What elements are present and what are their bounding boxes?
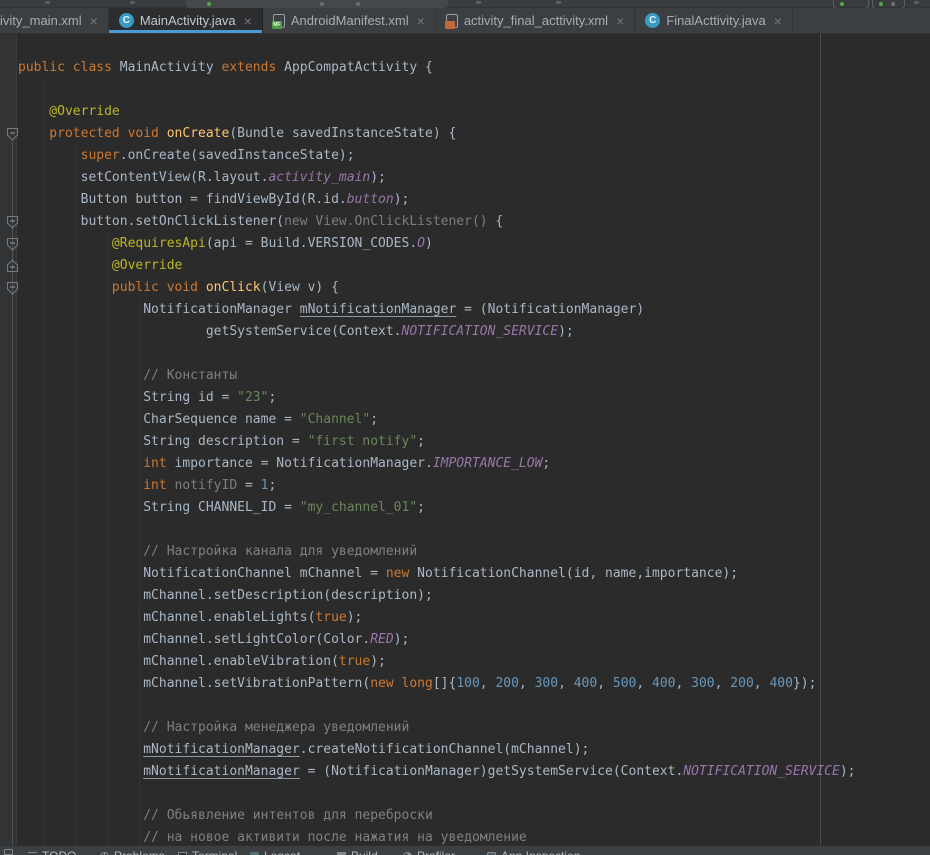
toolbar-icon[interactable] bbox=[914, 1, 919, 4]
problems-icon: ! bbox=[100, 852, 109, 855]
manifest-file-icon: MF bbox=[273, 14, 285, 28]
profiler-icon bbox=[403, 852, 412, 855]
tab-label: FinalActtivity.java bbox=[666, 13, 765, 28]
run-configuration-combo[interactable] bbox=[186, 0, 448, 8]
code-line: String description = "first notify"; bbox=[18, 431, 856, 453]
tool-window-label: Problems bbox=[114, 849, 165, 855]
tab-label: activity_final_acttivity.xml bbox=[464, 13, 608, 28]
tool-window-label: Logcat bbox=[264, 849, 300, 855]
code-line bbox=[18, 519, 856, 541]
tab-androidmanifest-xml[interactable]: MF AndroidManifest.xml × bbox=[263, 8, 436, 33]
java-class-icon: C bbox=[119, 13, 134, 28]
code-line: // Настройка менеджера уведомлений bbox=[18, 717, 856, 739]
toolbar-icon[interactable] bbox=[45, 1, 50, 4]
code-line: CharSequence name = "Channel"; bbox=[18, 409, 856, 431]
code-text: public class MainActivity extends AppCom… bbox=[18, 57, 856, 845]
code-line: public void onClick(View v) { bbox=[18, 277, 856, 299]
editor-tab-bar: ivity_main.xml × C MainActivity.java × MF Andr… bbox=[0, 8, 930, 34]
code-line: int notifyID = 1; bbox=[18, 475, 856, 497]
code-line: String id = "23"; bbox=[18, 387, 856, 409]
close-icon[interactable]: × bbox=[244, 14, 252, 28]
code-editor[interactable]: public class MainActivity extends AppCom… bbox=[0, 34, 930, 845]
terminal-icon bbox=[178, 852, 187, 855]
tool-window-label: TODO bbox=[42, 849, 76, 855]
code-line: // Константы bbox=[18, 365, 856, 387]
tool-window-stripe-button[interactable] bbox=[4, 849, 13, 855]
code-line: mChannel.enableLights(true); bbox=[18, 607, 856, 629]
tool-window-button-logcat[interactable]: Logcat bbox=[250, 849, 300, 855]
toolbar-icon[interactable] bbox=[476, 1, 481, 4]
close-icon[interactable]: × bbox=[417, 14, 425, 28]
code-line bbox=[18, 783, 856, 805]
tab-mainactivity-java[interactable]: C MainActivity.java × bbox=[109, 8, 263, 33]
tool-window-label: Build bbox=[351, 849, 378, 855]
toolbar-icon[interactable] bbox=[130, 1, 135, 4]
tab-finalacttivity-java[interactable]: C FinalActtivity.java × bbox=[635, 8, 793, 33]
code-line bbox=[18, 79, 856, 101]
editor-gutter[interactable] bbox=[0, 34, 17, 845]
code-line: button.setOnClickListener(new View.OnCli… bbox=[18, 211, 856, 233]
code-line: mNotificationManager = (NotificationMana… bbox=[18, 761, 856, 783]
close-icon[interactable]: × bbox=[90, 14, 98, 28]
tool-window-button-profiler[interactable]: Profiler bbox=[403, 849, 455, 855]
code-line: @RequiresApi(api = Build.VERSION_CODES.O… bbox=[18, 233, 856, 255]
tool-window-label: Profiler bbox=[417, 849, 455, 855]
tab-label: ivity_main.xml bbox=[0, 13, 82, 28]
tool-window-button-terminal[interactable]: Terminal bbox=[178, 849, 237, 855]
todo-icon bbox=[28, 852, 37, 855]
tool-window-button-todo[interactable]: TODO bbox=[28, 849, 76, 855]
tool-window-button-app-inspection[interactable]: App Inspection bbox=[487, 849, 580, 855]
tool-window-label: App Inspection bbox=[501, 849, 580, 855]
code-line: NotificationChannel mChannel = new Notif… bbox=[18, 563, 856, 585]
code-line: @Override bbox=[18, 255, 856, 277]
code-line: Button button = findViewById(R.id.button… bbox=[18, 189, 856, 211]
tool-window-button-build[interactable]: Build bbox=[337, 849, 378, 855]
layout-file-icon bbox=[446, 14, 458, 28]
code-line: mChannel.setVibrationPattern(new long[]{… bbox=[18, 673, 856, 695]
code-line: getSystemService(Context.NOTIFICATION_SE… bbox=[18, 321, 856, 343]
tool-window-label: Terminal bbox=[192, 849, 237, 855]
code-line: protected void onCreate(Bundle savedInst… bbox=[18, 123, 856, 145]
code-line: int importance = NotificationManager.IMP… bbox=[18, 453, 856, 475]
app-inspection-icon bbox=[487, 852, 496, 855]
code-line bbox=[18, 695, 856, 717]
tab-ivity-main-xml[interactable]: ivity_main.xml × bbox=[0, 8, 109, 33]
code-line: // Обьявление интентов для переброски bbox=[18, 805, 856, 827]
code-line: mChannel.setLightColor(Color.RED); bbox=[18, 629, 856, 651]
tab-label: AndroidManifest.xml bbox=[291, 13, 409, 28]
code-line: setContentView(R.layout.activity_main); bbox=[18, 167, 856, 189]
toolbar-icon[interactable] bbox=[556, 1, 561, 4]
build-icon bbox=[337, 852, 346, 855]
code-line: public class MainActivity extends AppCom… bbox=[18, 57, 856, 79]
code-line: NotificationManager mNotificationManager… bbox=[18, 299, 856, 321]
code-line: mChannel.setDescription(description); bbox=[18, 585, 856, 607]
code-line: mNotificationManager.createNotificationC… bbox=[18, 739, 856, 761]
tab-activity-final-acttivity-xml[interactable]: activity_final_acttivity.xml × bbox=[436, 8, 635, 33]
close-icon[interactable]: × bbox=[774, 14, 782, 28]
code-line: mChannel.enableVibration(true); bbox=[18, 651, 856, 673]
code-line: @Override bbox=[18, 101, 856, 123]
code-line: String CHANNEL_ID = "my_channel_01"; bbox=[18, 497, 856, 519]
window-icon bbox=[4, 849, 13, 855]
tool-window-bar: TODO! Problems Terminal Logcat Build Profiler… bbox=[0, 845, 930, 855]
tool-window-button-problems[interactable]: ! Problems bbox=[100, 849, 165, 855]
main-toolbar bbox=[0, 0, 930, 8]
code-line: // на новое активити после нажатия на ув… bbox=[18, 827, 856, 845]
tab-label: MainActivity.java bbox=[140, 13, 236, 28]
java-class-icon: C bbox=[645, 13, 660, 28]
code-line: // Настройка канала для уведомлений bbox=[18, 541, 856, 563]
close-icon[interactable]: × bbox=[616, 14, 624, 28]
code-line: super.onCreate(savedInstanceState); bbox=[18, 145, 856, 167]
logcat-icon bbox=[250, 852, 259, 855]
code-line bbox=[18, 343, 856, 365]
